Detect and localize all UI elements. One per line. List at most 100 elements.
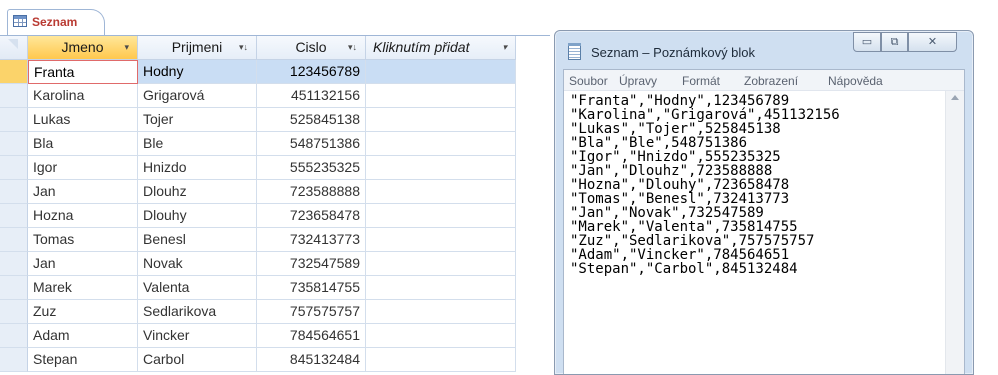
table-cell[interactable]: Jan: [28, 252, 138, 276]
menu-item[interactable]: Úpravy: [619, 74, 657, 88]
maximize-button[interactable]: ⧉: [881, 32, 908, 52]
menu-item[interactable]: Soubor: [569, 74, 608, 88]
table-cell[interactable]: Marek: [28, 276, 138, 300]
text-line: "Jan","Novak",732547589: [570, 205, 764, 221]
table-cell[interactable]: 732547589: [257, 252, 366, 276]
text-line: "Zuz","Sedlarikova",757575757: [570, 233, 815, 249]
table-cell[interactable]: 548751386: [257, 132, 366, 156]
column-filter-arrow-icon[interactable]: ▾: [124, 36, 129, 59]
table-cell[interactable]: [366, 132, 516, 156]
text-line: "Marek","Valenta",735814755: [570, 219, 798, 235]
table-cell[interactable]: 555235325: [257, 156, 366, 180]
table-cell[interactable]: Lukas: [28, 108, 138, 132]
record-selector[interactable]: [0, 300, 28, 324]
record-selector[interactable]: [0, 252, 28, 276]
record-selector[interactable]: [0, 156, 28, 180]
record-selector[interactable]: [0, 84, 28, 108]
record-selector[interactable]: [0, 180, 28, 204]
table-cell[interactable]: 757575757: [257, 300, 366, 324]
notepad-titlebar[interactable]: Seznam – Poznámkový blok ▭ ⧉ ✕: [555, 31, 973, 69]
table-cell[interactable]: Valenta: [138, 276, 257, 300]
table-cell[interactable]: Dlouhz: [138, 180, 257, 204]
select-all-corner[interactable]: [0, 36, 28, 60]
table-cell[interactable]: Hnizdo: [138, 156, 257, 180]
notepad-window: Seznam – Poznámkový blok ▭ ⧉ ✕ Soubor Úpr…: [554, 30, 974, 375]
record-selector[interactable]: [0, 348, 28, 372]
table-cell[interactable]: Karolina: [28, 84, 138, 108]
table-cell[interactable]: Zuz: [28, 300, 138, 324]
record-selector[interactable]: [0, 204, 28, 228]
table-cell[interactable]: Igor: [28, 156, 138, 180]
table-cell[interactable]: [366, 60, 516, 84]
table-cell[interactable]: Adam: [28, 324, 138, 348]
table-cell[interactable]: [366, 84, 516, 108]
table-cell[interactable]: 732413773: [257, 228, 366, 252]
table-row: Karolina Grigarová 451132156: [0, 84, 550, 108]
column-header-4[interactable]: Kliknutím přidat ▾: [366, 36, 516, 60]
tab-seznam[interactable]: Seznam: [7, 9, 105, 36]
table-cell[interactable]: 723658478: [257, 204, 366, 228]
table-row: Jan Dlouhz 723588888: [0, 180, 550, 204]
close-button[interactable]: ✕: [908, 32, 957, 52]
table-cell[interactable]: Hozna: [28, 204, 138, 228]
table-cell[interactable]: Stepan: [28, 348, 138, 372]
table-cell[interactable]: Dlouhy: [138, 204, 257, 228]
menu-item[interactable]: Nápověda: [828, 74, 883, 88]
table-cell[interactable]: [366, 228, 516, 252]
table-cell[interactable]: [366, 108, 516, 132]
table-cell[interactable]: Jan: [28, 180, 138, 204]
text-line: "Karolina","Grigarová",451132156: [570, 107, 840, 123]
table-cell[interactable]: Tomas: [28, 228, 138, 252]
table-cell[interactable]: [366, 252, 516, 276]
notepad-menubar: Soubor Úpravy Formát Zobrazení Nápověda: [564, 70, 964, 91]
table-cell[interactable]: Sedlarikova: [138, 300, 257, 324]
column-filter-arrow-icon[interactable]: ▾↓: [239, 36, 248, 59]
table-cell[interactable]: Grigarová: [138, 84, 257, 108]
table-row: Lukas Tojer 525845138: [0, 108, 550, 132]
table-cell[interactable]: Hodny: [138, 60, 257, 84]
notepad-text-area[interactable]: "Franta","Hodny",123456789 "Karolina","Gr…: [566, 91, 944, 374]
record-selector[interactable]: [0, 108, 28, 132]
table-cell[interactable]: [366, 204, 516, 228]
table-cell[interactable]: 451132156: [257, 84, 366, 108]
table-cell[interactable]: [366, 180, 516, 204]
column-header-2[interactable]: Prijmeni ▾↓: [138, 36, 257, 60]
table-cell[interactable]: Ble: [138, 132, 257, 156]
table-cell[interactable]: Tojer: [138, 108, 257, 132]
record-selector[interactable]: [0, 228, 28, 252]
text-line: "Bla","Ble",548751386: [570, 135, 748, 151]
minimize-button[interactable]: ▭: [853, 32, 881, 52]
record-selector[interactable]: [0, 324, 28, 348]
table-cell[interactable]: [366, 300, 516, 324]
scroll-up-icon[interactable]: [951, 95, 959, 100]
table-row: Stepan Carbol 845132484: [0, 348, 550, 372]
vertical-scrollbar[interactable]: [945, 91, 964, 374]
table-cell[interactable]: 723588888: [257, 180, 366, 204]
record-selector[interactable]: [0, 60, 28, 84]
record-selector[interactable]: [0, 276, 28, 300]
column-filter-arrow-icon[interactable]: ▾↓: [348, 36, 357, 59]
table-cell[interactable]: Vincker: [138, 324, 257, 348]
tab-label: Seznam: [32, 15, 78, 29]
column-filter-arrow-icon[interactable]: ▾: [502, 36, 507, 59]
column-header-1[interactable]: Jmeno ▾: [28, 36, 138, 60]
menu-item[interactable]: Zobrazení: [744, 74, 798, 88]
table-cell[interactable]: [366, 348, 516, 372]
record-selector[interactable]: [0, 132, 28, 156]
table-cell[interactable]: 525845138: [257, 108, 366, 132]
table-cell[interactable]: 845132484: [257, 348, 366, 372]
table-cell[interactable]: [366, 324, 516, 348]
column-header-3[interactable]: Cislo ▾↓: [257, 36, 366, 60]
table-cell[interactable]: 735814755: [257, 276, 366, 300]
table-cell[interactable]: 123456789: [257, 60, 366, 84]
table-cell[interactable]: 784564651: [257, 324, 366, 348]
table-cell[interactable]: Carbol: [138, 348, 257, 372]
menu-item[interactable]: Formát: [682, 74, 720, 88]
table-cell[interactable]: [366, 156, 516, 180]
table-row: Adam Vincker 784564651: [0, 324, 550, 348]
table-cell[interactable]: [366, 276, 516, 300]
table-cell[interactable]: Franta: [28, 60, 138, 84]
table-cell[interactable]: Bla: [28, 132, 138, 156]
table-cell[interactable]: Novak: [138, 252, 257, 276]
table-cell[interactable]: Benesl: [138, 228, 257, 252]
